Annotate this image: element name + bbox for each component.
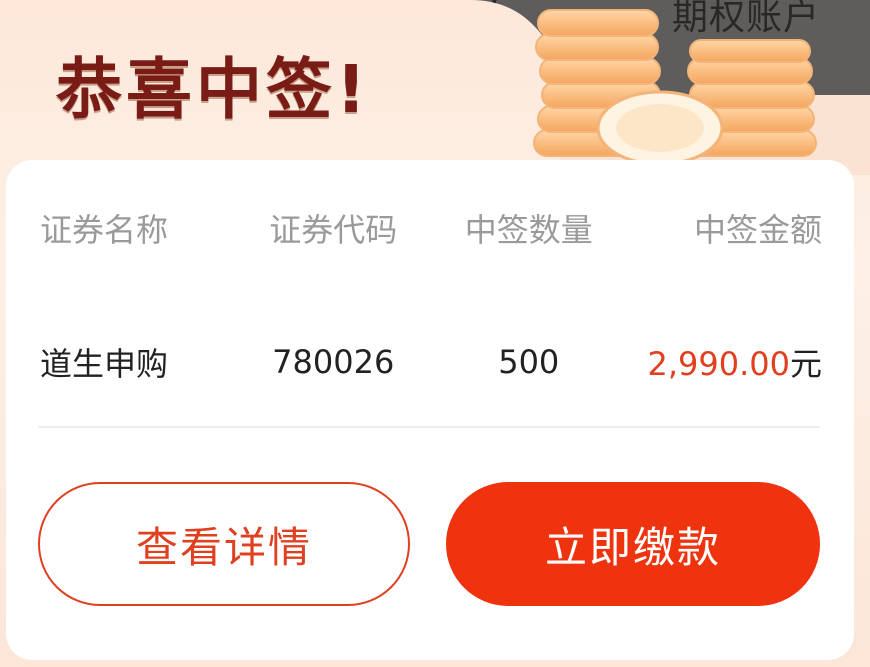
column-header-security-code: 证券代码 — [269, 211, 398, 249]
column-header-amount: 中签金额 — [693, 211, 822, 249]
table-header: 证券名称 证券代码 中签数量 中签金额 — [40, 206, 822, 250]
security-name: 道生申购 — [40, 345, 169, 383]
amount-value: 2,990.00 — [647, 345, 790, 383]
pay-now-button[interactable]: 立即缴款 — [446, 482, 820, 606]
table-row: 道生申购 780026 500 2,990.00元 — [40, 340, 822, 384]
divider — [38, 426, 820, 428]
gold-coins-illustration — [533, 9, 817, 166]
amount-unit: 元 — [789, 345, 822, 383]
lottery-result-card: 证券名称 证券代码 中签数量 中签金额 道生申购 780026 500 2,99… — [6, 160, 854, 660]
dialog-title: 恭喜中签! — [56, 51, 371, 128]
allotted-amount: 2,990.00元 — [627, 339, 822, 385]
column-header-quantity: 中签数量 — [464, 211, 593, 249]
view-details-button[interactable]: 查看详情 — [38, 482, 410, 606]
security-code: 780026 — [272, 343, 395, 381]
column-header-security-name: 证券名称 — [40, 211, 169, 249]
allotted-quantity: 500 — [498, 343, 560, 381]
